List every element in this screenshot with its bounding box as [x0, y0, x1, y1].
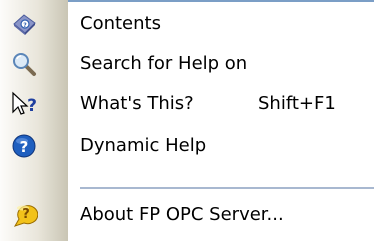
menu-item-shortcut: Shift+F1	[258, 93, 336, 114]
menu-item-about[interactable]: ? About FP OPC Server...	[0, 195, 374, 235]
svg-text:?: ?	[23, 22, 27, 29]
whats-this-arrow-question-icon: ?	[10, 90, 38, 118]
svg-text:?: ?	[20, 138, 29, 156]
menu-separator	[80, 187, 374, 189]
help-menu: ? Contents Search for Help on ? What's T…	[0, 0, 374, 241]
magnifier-search-icon	[10, 50, 38, 78]
menu-item-label: Search for Help on	[80, 53, 248, 74]
blue-question-circle-icon: ?	[10, 132, 38, 160]
menu-item-whats-this[interactable]: ? What's This? Shift+F1	[0, 84, 374, 124]
menu-item-label: About FP OPC Server...	[80, 204, 284, 225]
menu-item-label: Dynamic Help	[80, 135, 207, 156]
yellow-question-bubble-icon: ?	[10, 201, 39, 229]
help-contents-book-icon: ?	[10, 10, 38, 38]
menu-top-border	[68, 0, 374, 2]
menu-item-search-for-help[interactable]: Search for Help on	[0, 44, 374, 84]
menu-item-label: What's This?	[80, 93, 194, 114]
menu-item-label: Contents	[80, 13, 161, 34]
menu-item-contents[interactable]: ? Contents	[0, 4, 374, 44]
menu-item-dynamic-help[interactable]: ? Dynamic Help	[0, 126, 374, 166]
svg-text:?: ?	[22, 207, 30, 222]
svg-text:?: ?	[27, 96, 37, 116]
